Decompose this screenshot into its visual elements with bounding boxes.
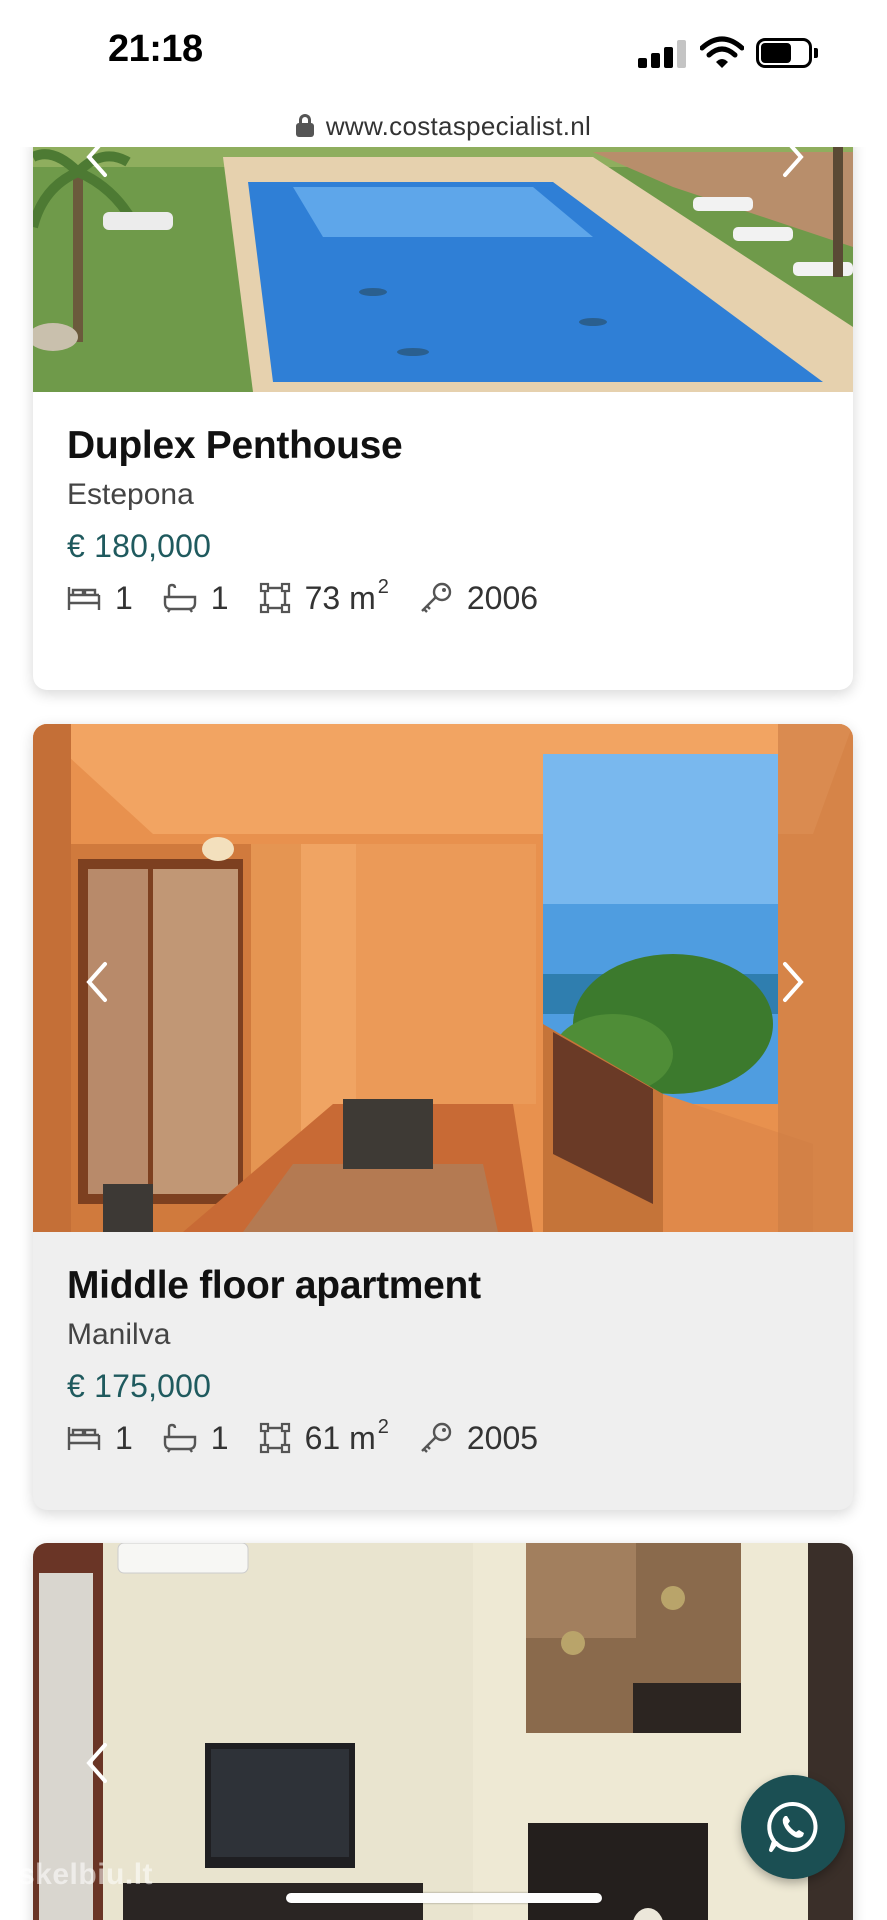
chevron-left-icon [86,1743,107,1783]
bedrooms-count: 1 [115,579,133,616]
key-icon [421,1422,452,1453]
chevron-left-icon [86,147,107,177]
bathtub-icon [163,1423,196,1453]
build-year-feature: 2006 [419,580,538,617]
area-icon [259,582,290,614]
address-bar[interactable]: www.costaspecialist.nl [0,105,887,147]
listing-card[interactable] [33,1543,853,1920]
bedrooms-feature: 1 [67,580,133,617]
image-watermark: skelbiu.lt [18,1858,154,1891]
listing-title[interactable]: Duplex Penthouse [67,424,403,468]
bathrooms-feature: 1 [163,580,229,617]
area-feature: 73 m2 [259,576,389,617]
status-time: 21:18 [108,28,203,70]
home-indicator [286,1893,602,1903]
bathrooms-count: 1 [210,579,229,616]
whatsapp-icon [767,1801,818,1852]
chevron-left-icon [86,962,107,1002]
listing-location: Estepona [67,478,194,511]
area-unit-exponent: 2 [377,575,389,598]
area-unit-exponent: 2 [377,1415,389,1438]
build-year-feature: 2005 [419,1420,538,1457]
listing-price: € 180,000 [67,528,212,564]
listing-photo-pool[interactable] [33,147,853,392]
build-year: 2006 [466,579,539,616]
whatsapp-button[interactable] [741,1775,845,1879]
bed-icon [67,1427,101,1450]
listing-card[interactable]: Middle floor apartment Manilva € 175,000… [33,724,853,1510]
listing-price: € 175,000 [67,1368,212,1404]
bathtub-icon [163,583,196,613]
wifi-icon [699,36,745,70]
bed-icon [67,587,101,610]
area-icon [259,1422,290,1454]
photo-prev-button[interactable] [77,147,117,187]
listings-list[interactable]: Duplex Penthouse Estepona € 180,000 1 1 … [0,147,887,1920]
listing-photo-terrace[interactable] [33,724,853,1232]
build-year: 2005 [466,1419,539,1456]
chevron-right-icon [783,962,804,1002]
area-value: 61 m [304,1419,376,1456]
photo-prev-button[interactable] [77,952,117,1012]
photo-next-button[interactable] [773,952,813,1012]
area-feature: 61 m2 [259,1416,389,1457]
listing-location: Manilva [67,1318,171,1351]
cellular-signal-icon [638,40,688,68]
area-value: 73 m [304,579,376,616]
bedrooms-feature: 1 [67,1420,133,1457]
key-icon [421,582,452,613]
lock-icon [295,114,314,138]
listing-features: 1 1 73 m2 2006 [67,576,568,618]
listing-card[interactable]: Duplex Penthouse Estepona € 180,000 1 1 … [33,147,853,690]
url-text[interactable]: www.costaspecialist.nl [326,111,591,142]
status-bar: 21:18 [0,0,887,105]
chevron-right-icon [783,147,804,177]
bathrooms-feature: 1 [163,1420,229,1457]
battery-icon [756,38,818,68]
listing-features: 1 1 61 m2 2005 [67,1416,568,1458]
photo-next-button[interactable] [773,147,813,187]
bedrooms-count: 1 [115,1419,133,1456]
listing-title[interactable]: Middle floor apartment [67,1264,481,1308]
listing-photo-living-room[interactable] [33,1543,853,1920]
photo-prev-button[interactable] [77,1733,117,1793]
bathrooms-count: 1 [210,1419,229,1456]
